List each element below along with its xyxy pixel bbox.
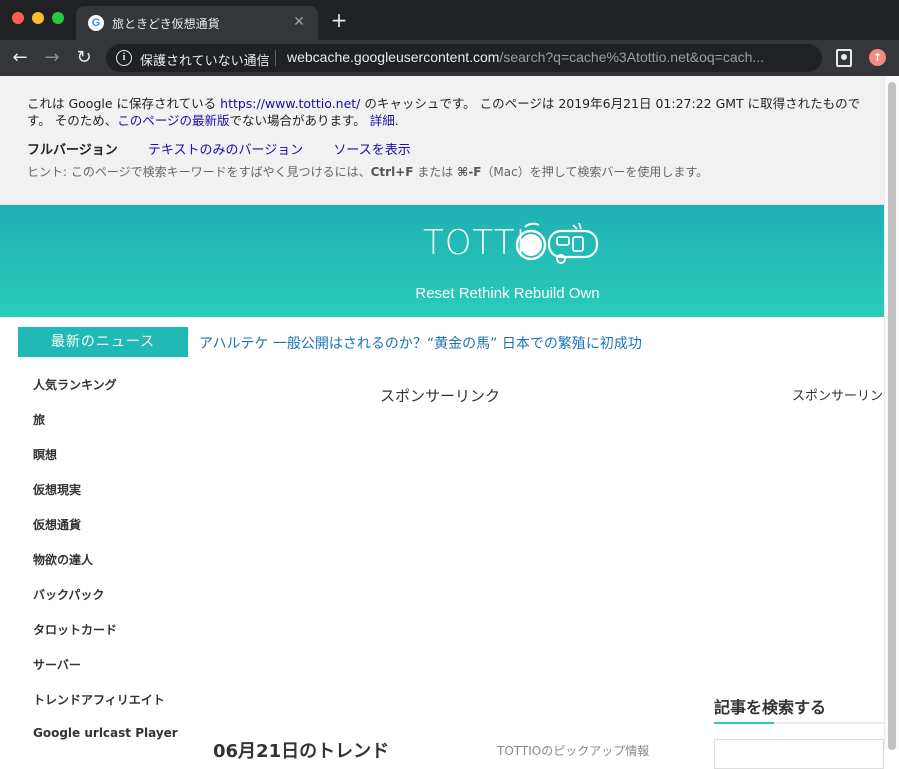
hint-key-ctrl-f: Ctrl+F — [370, 165, 414, 179]
category-item-meditation[interactable]: 瞑想 — [33, 446, 178, 481]
sponsored-link-label: スポンサーリンク — [380, 387, 501, 405]
details-link[interactable]: 詳細. — [370, 113, 399, 128]
pickup-info-label: TOTTIOのピックアップ情報 — [497, 744, 650, 758]
address-divider — [275, 50, 276, 66]
browser-tab-bar: G 旅ときどき仮想通貨 ✕ + — [0, 0, 899, 40]
cache-text-3: でない場合があります。 — [229, 113, 370, 128]
maximize-window-button[interactable] — [52, 12, 64, 24]
sponsored-link-label-right: スポンサーリンク — [792, 389, 884, 404]
scrollbar-thumb[interactable] — [888, 82, 896, 750]
hint-text-1: ヒント: このページで検索キーワードをすばやく見つけるには、 — [27, 165, 371, 179]
address-bar[interactable]: i 保護されていない通信 webcache.googleusercontent.… — [106, 44, 822, 72]
category-item-tarot[interactable]: タロットカード — [33, 621, 178, 656]
cache-banner: これは Google に保存されている https://www.tottio.n… — [0, 76, 884, 205]
logo-text: TOTTI — [423, 223, 527, 263]
browser-toolbar: ← → ↻ i 保護されていない通信 webcache.googleuserco… — [0, 40, 899, 76]
cached-url-link[interactable]: https://www.tottio.net/ — [220, 96, 360, 111]
category-item-backpack[interactable]: バックパック — [33, 586, 178, 621]
latest-version-link[interactable]: このページの最新版 — [117, 113, 229, 128]
url-text[interactable]: webcache.googleusercontent.com/search?q=… — [287, 49, 807, 65]
latest-news-headline-link[interactable]: アハルテケ 一般公開はされるのか？“黄金の馬” 日本での繁殖に初成功 — [199, 333, 642, 353]
article-search-heading: 記事を検索する — [714, 698, 827, 717]
category-item-vr[interactable]: 仮想現実 — [33, 481, 178, 516]
article-search-input[interactable] — [714, 739, 884, 769]
heading-underline — [714, 722, 884, 724]
category-item-crypto[interactable]: 仮想通貨 — [33, 516, 178, 551]
hint-text-3: （Mac）を押して検索バーを使用します。 — [481, 165, 709, 179]
clipboard-extension-icon[interactable] — [836, 49, 852, 67]
category-nav: 人気ランキング 旅 瞑想 仮想現実 仮想通貨 物欲の達人 バックパック タロット… — [33, 376, 178, 761]
hint-key-cmd-f: ⌘-F — [457, 165, 482, 179]
latest-news-label: 最新のニュース — [18, 327, 188, 357]
tab-title: 旅ときどき仮想通貨 — [112, 17, 220, 31]
text-only-version-link[interactable]: テキストのみのバージョン — [148, 143, 303, 158]
category-item-server[interactable]: サーバー — [33, 656, 178, 691]
cache-text-1: これは Google に保存されている — [27, 96, 221, 111]
camper-van-logo-icon — [515, 222, 599, 264]
google-favicon-icon: G — [88, 15, 104, 31]
reload-icon[interactable]: ↻ — [72, 46, 96, 70]
close-tab-icon[interactable]: ✕ — [290, 13, 308, 31]
search-hint: ヒント: このページで検索キーワードをすばやく見つけるには、Ctrl+F または… — [27, 163, 708, 180]
cache-notice: これは Google に保存されている https://www.tottio.n… — [27, 95, 867, 129]
minimize-window-button[interactable] — [32, 12, 44, 24]
new-tab-button[interactable]: + — [328, 9, 350, 31]
hint-text-2: または — [413, 165, 458, 179]
category-item-urlcast[interactable]: Google urlcast Player — [33, 726, 178, 761]
security-status[interactable]: 保護されていない通信 — [140, 50, 270, 69]
url-host: webcache.googleusercontent.com — [287, 49, 500, 65]
info-icon[interactable]: i — [116, 50, 132, 66]
forward-arrow-icon[interactable]: → — [40, 46, 64, 70]
view-source-link[interactable]: ソースを表示 — [333, 143, 410, 158]
update-icon[interactable]: ↑ — [869, 49, 886, 66]
trend-heading: 06月21日のトレンド — [213, 741, 390, 762]
full-version-label: フルバージョン — [27, 143, 118, 158]
site-logo[interactable]: TOTTI — [423, 221, 603, 271]
page-scrollbar[interactable] — [884, 76, 899, 750]
category-item-ranking[interactable]: 人気ランキング — [33, 376, 178, 411]
version-links: フルバージョン テキストのみのバージョン ソースを表示 — [27, 139, 437, 158]
site-header: TOTTI Reset Rethink Rebuild Own — [0, 205, 884, 317]
url-path: /search?q=cache%3Atottio.net&oq=cach... — [499, 49, 765, 65]
category-item-trend-affiliate[interactable]: トレンドアフィリエイト — [33, 691, 178, 726]
back-arrow-icon[interactable]: ← — [8, 46, 32, 70]
browser-tab[interactable]: G 旅ときどき仮想通貨 ✕ — [76, 6, 318, 40]
close-window-button[interactable] — [12, 12, 24, 24]
site-tagline: Reset Rethink Rebuild Own — [415, 285, 600, 302]
category-item-gadgets[interactable]: 物欲の達人 — [33, 551, 178, 586]
category-item-travel[interactable]: 旅 — [33, 411, 178, 446]
